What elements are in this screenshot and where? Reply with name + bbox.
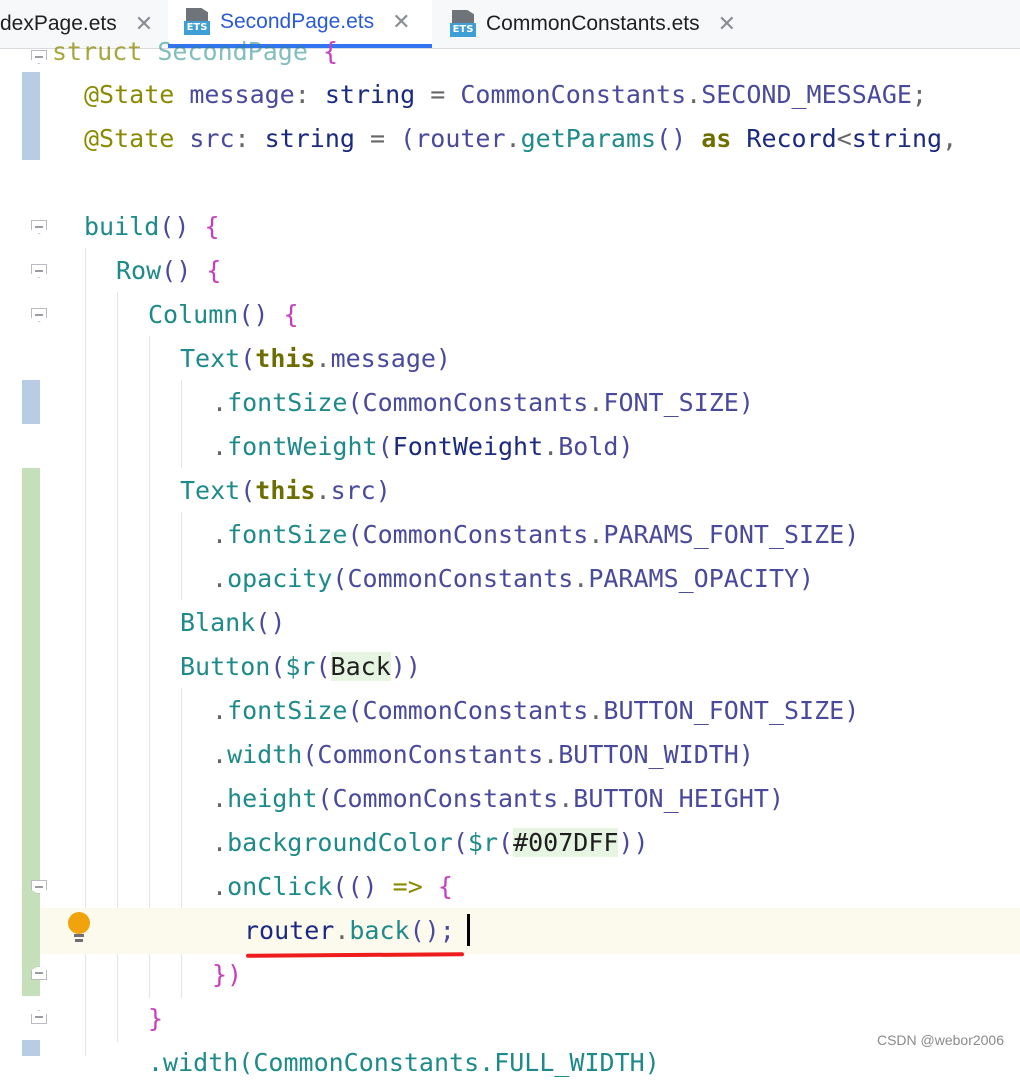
code-line[interactable]: Text(this.message) xyxy=(180,337,451,381)
code-line[interactable]: Button($r(Back)) xyxy=(180,645,421,689)
tab-common-constants[interactable]: ETS CommonConstants.ets ✕ xyxy=(434,0,764,48)
code-line[interactable]: .onClick(() => { xyxy=(212,865,453,909)
vcs-modified-marker[interactable] xyxy=(22,380,40,424)
fold-close-icon[interactable] xyxy=(31,1010,47,1024)
code-line[interactable]: .fontSize(CommonConstants.PARAMS_FONT_SI… xyxy=(212,513,859,557)
fold-open-icon[interactable] xyxy=(31,50,47,64)
code-line[interactable]: .fontSize(CommonConstants.FONT_SIZE) xyxy=(212,381,754,425)
text-caret xyxy=(467,914,470,946)
code-line[interactable]: .fontWeight(FontWeight.Bold) xyxy=(212,425,634,469)
fold-open-icon[interactable] xyxy=(31,220,47,234)
indent-guide xyxy=(149,336,150,998)
ets-file-icon: ETS xyxy=(450,10,476,38)
code-line[interactable]: } xyxy=(148,997,163,1041)
vcs-added-marker[interactable] xyxy=(22,468,40,996)
code-line[interactable]: .backgroundColor($r(#007DFF)) xyxy=(212,821,649,865)
lightbulb-icon[interactable] xyxy=(68,912,90,944)
vcs-modified-marker[interactable] xyxy=(22,1040,40,1056)
code-line[interactable]: .width(CommonConstants.BUTTON_WIDTH) xyxy=(212,733,754,777)
current-line-highlight xyxy=(40,908,1020,954)
fold-open-icon[interactable] xyxy=(31,264,47,278)
close-icon[interactable]: ✕ xyxy=(718,11,736,37)
code-line[interactable]: .height(CommonConstants.BUTTON_HEIGHT) xyxy=(212,777,784,821)
code-line[interactable]: Text(this.src) xyxy=(180,469,391,513)
close-icon[interactable]: ✕ xyxy=(392,9,410,35)
code-line[interactable]: Column() { xyxy=(148,293,299,337)
code-line[interactable]: @State src: string = (router.getParams()… xyxy=(84,117,957,161)
tab-label: CommonConstants.ets xyxy=(486,12,700,35)
code-line[interactable]: Blank() xyxy=(180,601,285,645)
indent-guide xyxy=(181,512,182,600)
code-line[interactable]: .width(CommonConstants.FULL_WIDTH) xyxy=(148,1041,660,1085)
code-line[interactable]: }) xyxy=(212,953,242,997)
code-line[interactable]: Row() { xyxy=(116,249,221,293)
code-line[interactable]: build() { xyxy=(84,205,220,249)
code-line[interactable]: router.back(); xyxy=(244,909,455,953)
code-line[interactable]: .fontSize(CommonConstants.BUTTON_FONT_SI… xyxy=(212,689,859,733)
indent-guide xyxy=(181,380,182,468)
code-line[interactable]: .opacity(CommonConstants.PARAMS_OPACITY) xyxy=(212,557,814,601)
red-underline-annotation xyxy=(245,952,465,958)
vcs-modified-marker[interactable] xyxy=(22,72,40,160)
fold-open-icon[interactable] xyxy=(31,308,47,322)
code-line[interactable]: struct SecondPage { xyxy=(52,30,338,74)
watermark: CSDN @webor2006 xyxy=(876,1032,1004,1048)
code-line[interactable]: @State message: string = CommonConstants… xyxy=(84,73,927,117)
